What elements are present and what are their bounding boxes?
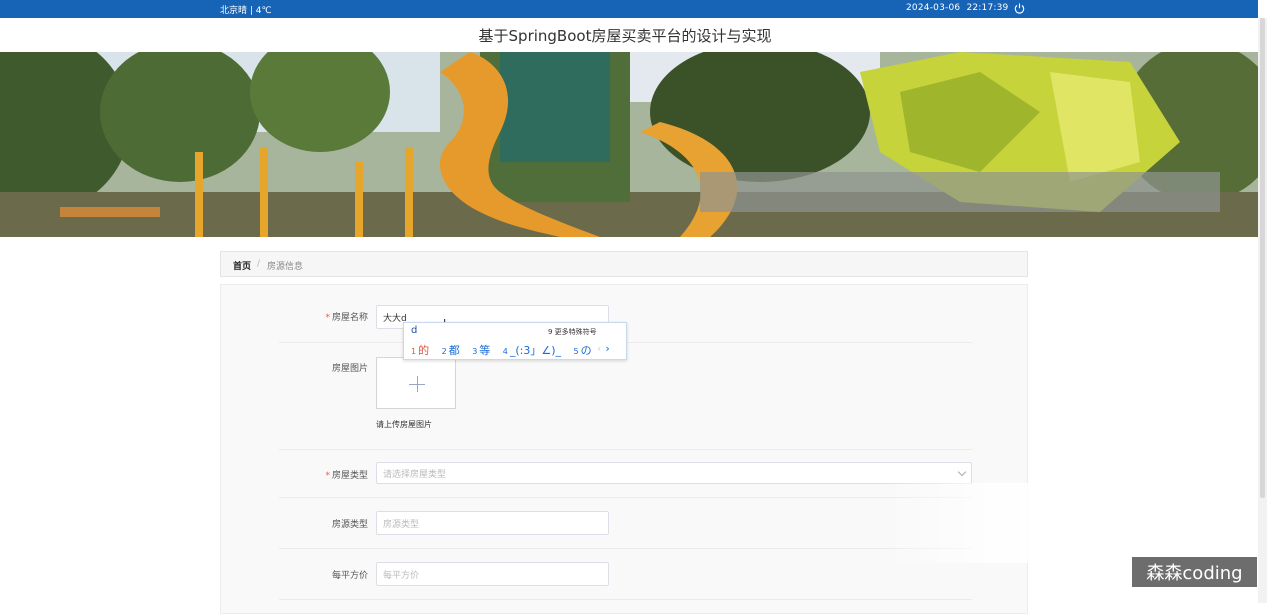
site-header: 基于SpringBoot房屋买卖平台的设计与实现 [0,18,1258,53]
site-title: 基于SpringBoot房屋买卖平台的设计与实现 [478,27,772,45]
ime-candidate[interactable]: 3等 [472,344,490,357]
datetime-text: 2024-03-06 22:17:39 [906,3,1008,13]
upload-hint: 请上传房屋图片 [376,420,432,429]
source-type-input[interactable]: 房源类型 [376,511,609,535]
required-mark: * [325,471,330,481]
time-text: 22:17:39 [966,3,1009,13]
price-per-sqm-input[interactable]: 每平方价 [376,562,609,586]
house-type-placeholder: 请选择房屋类型 [383,469,447,480]
candidate-text: _(:3」∠)_ [509,344,562,357]
date-text: 2024-03-06 [906,3,961,13]
ime-candidate[interactable]: 2都 [442,344,460,357]
banner-image [0,52,1258,237]
weather-text: 北京晴 | 4℃ [220,6,272,16]
ime-candidate-list: 1的 2都 3等 4 _(:3」∠)_ 5の [411,342,601,358]
ime-pager: ‹ › [597,342,610,355]
plus-icon-vertical [417,376,418,392]
breadcrumb-current: 房源信息 [267,262,304,272]
overlay-fade [886,483,1257,563]
ime-candidate[interactable]: 4 _(:3」∠)_ [503,344,561,357]
power-icon[interactable] [1013,2,1026,15]
top-status-bar: 北京晴 | 4℃ 2024-03-06 22:17:39 [0,0,1258,18]
ime-candidate[interactable]: 1的 [411,344,429,357]
ime-more-symbols[interactable]: 9 更多特殊符号 [548,327,597,337]
scrollbar-thumb[interactable] [1260,18,1265,498]
candidate-number: 1 [411,347,417,356]
candidate-text: 等 [479,344,491,357]
candidate-number: 3 [472,347,478,356]
watermark: 森森coding [1132,557,1257,587]
house-type-select[interactable]: 请选择房屋类型 [376,462,972,484]
image-upload-button[interactable] [376,357,456,409]
ime-candidate-window: d 9 更多特殊符号 1的 2都 3等 4 _(:3」∠)_ 5の ‹ › [403,322,627,360]
ime-composition-text: d [411,325,418,336]
ime-prev-page-icon[interactable]: ‹ [597,342,601,355]
candidate-text: 都 [448,344,460,357]
required-mark: * [325,313,330,323]
price-per-sqm-label: 每平方价 [331,571,368,581]
house-type-label-text: 房屋类型 [331,471,368,481]
price-per-sqm-placeholder: 每平方价 [383,570,420,581]
page-scrollbar[interactable] [1258,18,1267,603]
form-divider [279,548,972,549]
candidate-text: の [580,344,592,357]
candidate-number: 2 [441,347,447,356]
house-image-label: 房屋图片 [331,364,368,374]
candidate-text: 的 [418,344,430,357]
form-divider [279,497,972,498]
form-divider [279,599,972,600]
breadcrumb-separator: / [257,259,261,269]
chevron-down-icon [957,467,967,477]
house-type-label: * 房屋类型 [248,468,368,481]
candidate-number: 4 [502,347,508,356]
candidate-number: 5 [573,347,579,356]
form-divider [279,449,972,450]
source-type-placeholder: 房源类型 [383,519,420,530]
house-name-label-text: 房屋名称 [331,313,368,323]
ime-candidate[interactable]: 5の [574,344,592,357]
ime-next-page-icon[interactable]: › [605,342,609,355]
source-type-label: 房源类型 [331,520,368,530]
breadcrumb-home-link[interactable]: 首页 [233,259,251,272]
playground-photo [0,52,1258,237]
breadcrumb: 首页 / 房源信息 [220,251,1028,277]
house-name-label: * 房屋名称 [248,310,368,323]
